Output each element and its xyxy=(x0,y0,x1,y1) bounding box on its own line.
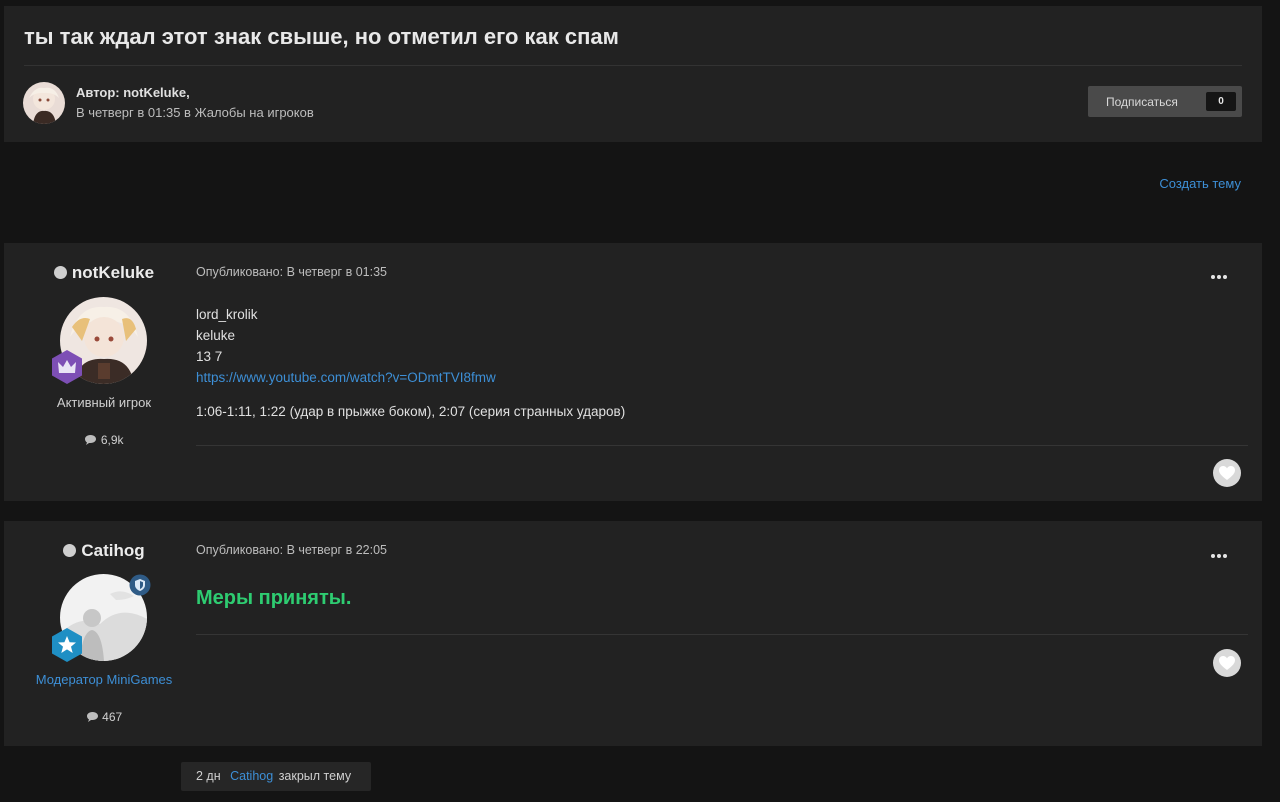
topic-author[interactable]: Автор: notKeluke, xyxy=(76,85,190,100)
video-link[interactable]: https://www.youtube.com/watch?v=ODmtTVI8… xyxy=(196,370,496,385)
event-user-link[interactable]: Catihog xyxy=(230,769,273,783)
subscribe-button[interactable]: Подписаться 0 xyxy=(1088,86,1242,117)
post-message: Меры приняты. xyxy=(196,587,352,609)
post-divider xyxy=(196,445,1248,446)
more-options-icon[interactable] xyxy=(1210,267,1228,279)
post-body: lord_krolik keluke 13 7 https://www.yout… xyxy=(196,304,625,422)
event-action: закрыл тему xyxy=(278,769,352,783)
topic-header: ты так ждал этот знак свыше, но отметил … xyxy=(4,6,1262,142)
topic-date: В четверг в 01:35 в xyxy=(76,105,195,120)
status-dot xyxy=(53,266,67,279)
post-divider xyxy=(196,634,1248,635)
topic-title: ты так ждал этот знак свыше, но отметил … xyxy=(24,24,619,49)
post-count-value: 6,9k xyxy=(100,433,124,447)
like-heart-icon xyxy=(1219,656,1235,670)
comment-bubble-icon xyxy=(86,710,102,724)
post-line: lord_krolik xyxy=(196,307,258,322)
post-count: 467 xyxy=(4,710,204,724)
post-note: 1:06-1:11, 1:22 (удар в прыжке боком), 2… xyxy=(196,404,626,419)
post-count: 6,9k xyxy=(4,433,204,447)
user-title: Модератор MiniGames xyxy=(35,672,173,687)
post-line: keluke xyxy=(196,328,236,343)
post-count-value: 467 xyxy=(102,710,123,724)
like-button[interactable] xyxy=(1213,459,1241,487)
like-button[interactable] xyxy=(1213,649,1241,677)
post-date: Опубликовано: В четверг в 01:35 xyxy=(196,265,387,279)
header-divider xyxy=(24,65,1242,66)
subscribe-label: Подписаться xyxy=(1106,95,1178,109)
post-date: Опубликовано: В четверг в 22:05 xyxy=(196,543,387,557)
more-options-icon[interactable] xyxy=(1210,546,1228,558)
crown-rank-icon xyxy=(49,349,85,385)
forum-link[interactable]: Жалобы на игроков xyxy=(195,105,314,120)
user-title: Активный игрок xyxy=(56,395,152,410)
topic-event: 2 дн Catihog закрыл тему xyxy=(181,762,371,791)
username-text: notKeluke xyxy=(71,263,155,282)
post-line: 13 7 xyxy=(196,349,223,364)
create-topic-link[interactable]: Создать тему xyxy=(1159,176,1241,191)
post-username[interactable]: notKeluke xyxy=(4,263,204,283)
status-dot xyxy=(63,544,77,557)
event-time: 2 дн xyxy=(196,769,221,783)
post: notKeluke Активный игрок 6,9k Опубликова… xyxy=(4,243,1262,501)
topic-date-forum: В четверг в 01:35 в Жалобы на игроков xyxy=(76,105,314,120)
username-text: Catihog xyxy=(81,541,145,560)
subscriber-count: 0 xyxy=(1206,92,1236,111)
comment-bubble-icon xyxy=(84,433,100,447)
like-heart-icon xyxy=(1219,466,1235,480)
star-rank-icon xyxy=(49,627,85,663)
moderator-shield-icon xyxy=(129,574,151,596)
post-username[interactable]: Catihog xyxy=(4,541,204,561)
author-avatar[interactable] xyxy=(23,82,65,124)
post: Catihog Модератор MiniGames 467 Опублико… xyxy=(4,521,1262,746)
